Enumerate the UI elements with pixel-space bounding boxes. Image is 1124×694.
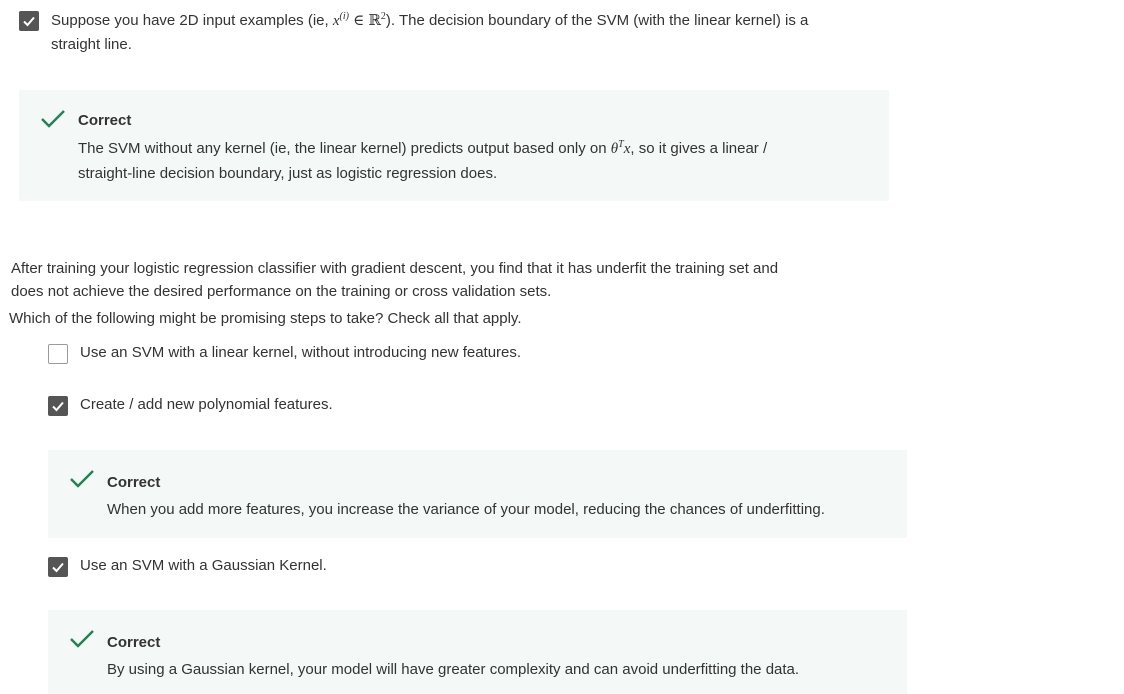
q2-instruction: Which of the following might be promisin… xyxy=(9,310,522,327)
q2-option-3-checkbox[interactable] xyxy=(48,557,68,577)
q1-option-label: Suppose you have 2D input examples (ie, … xyxy=(51,11,809,30)
q1-feedback-panel: Correct The SVM without any kernel (ie, … xyxy=(19,90,889,201)
correct-checkmark-icon xyxy=(70,470,94,488)
q2-option-3-feedback-panel: Correct By using a Gaussian kernel, your… xyxy=(48,610,907,694)
q2-option-2-checkbox[interactable] xyxy=(48,396,68,416)
checkmark-icon xyxy=(52,401,64,412)
q2-option-2-feedback-panel: Correct When you add more features, you … xyxy=(48,450,907,538)
q2-option-2-feedback-status: Correct xyxy=(107,474,161,491)
correct-checkmark-icon xyxy=(41,110,65,128)
correct-checkmark-icon xyxy=(70,630,94,648)
q2-prompt-line2: does not achieve the desired performance… xyxy=(11,283,552,300)
q2-option-1-checkbox[interactable] xyxy=(48,344,68,364)
checkmark-icon xyxy=(52,562,64,573)
q1-feedback-text-line2: straight-line decision boundary, just as… xyxy=(78,165,498,182)
q1-option-label-line2: straight line. xyxy=(51,36,132,53)
q2-option-2-feedback-text: When you add more features, you increase… xyxy=(107,501,825,518)
q2-option-1-label: Use an SVM with a linear kernel, without… xyxy=(80,344,522,361)
q1-option-checkbox[interactable] xyxy=(19,11,39,31)
q2-option-3-feedback-status: Correct xyxy=(107,634,161,651)
q1-feedback-status: Correct xyxy=(78,112,132,129)
q2-prompt-line1: After training your logistic regression … xyxy=(11,260,779,277)
checkmark-icon xyxy=(23,16,35,27)
q2-option-2-label: Create / add new polynomial features. xyxy=(80,396,333,413)
q2-option-3-feedback-text: By using a Gaussian kernel, your model w… xyxy=(107,661,800,678)
q2-option-3-label: Use an SVM with a Gaussian Kernel. xyxy=(80,557,327,574)
q1-feedback-text: The SVM without any kernel (ie, the line… xyxy=(78,139,768,158)
